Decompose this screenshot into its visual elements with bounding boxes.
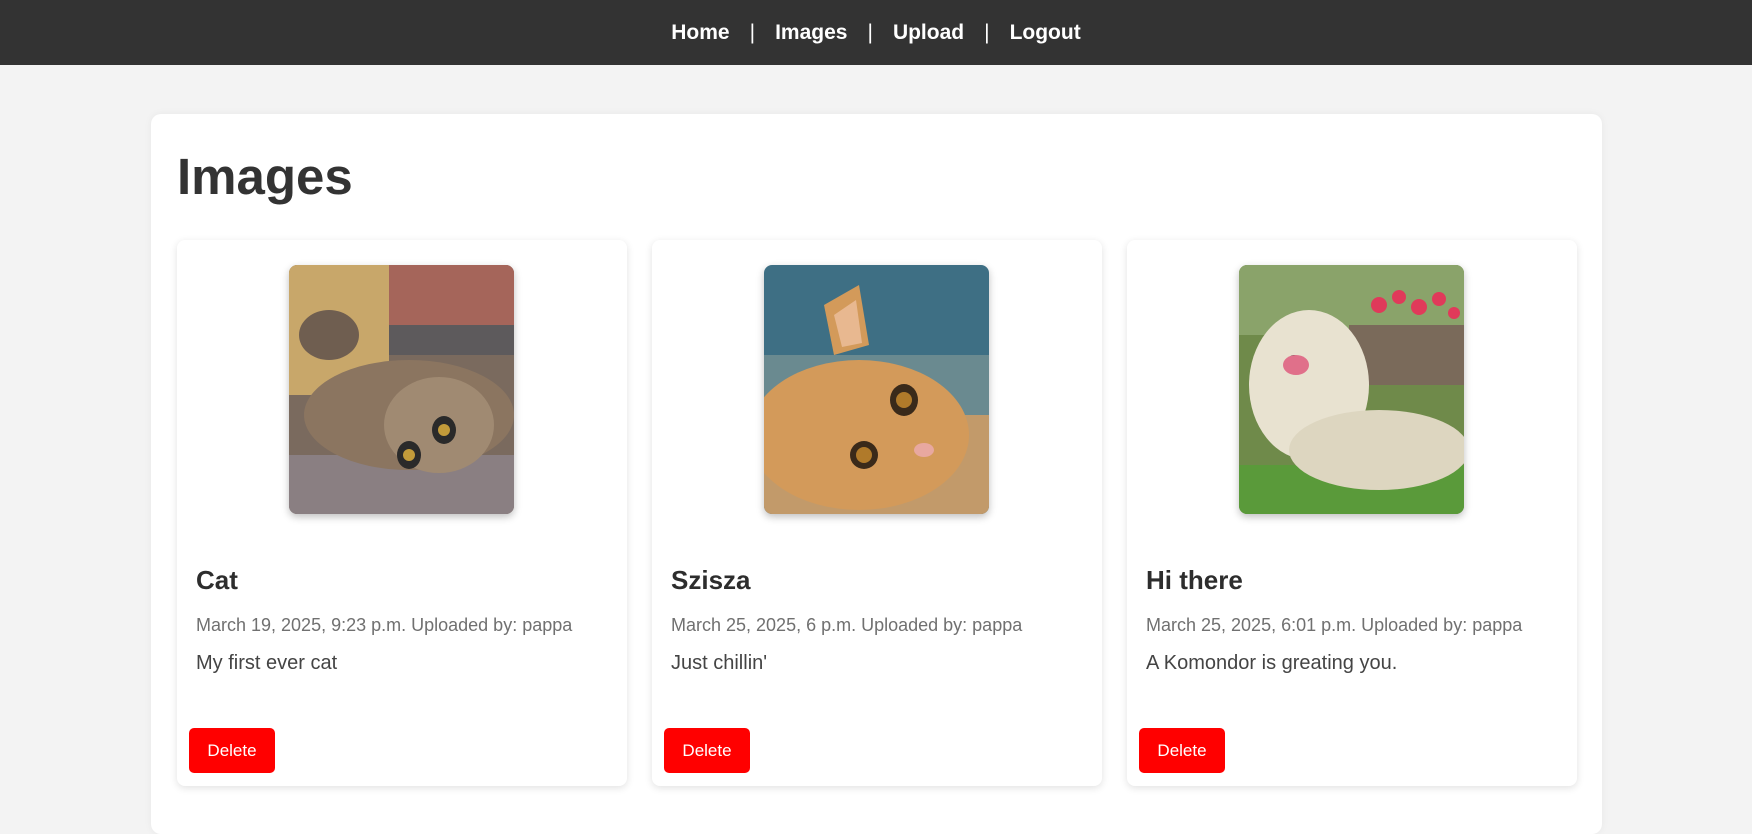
nav-link-home[interactable]: Home bbox=[661, 21, 739, 45]
nav-separator: | bbox=[867, 20, 873, 44]
card-title: Hi there bbox=[1146, 565, 1243, 595]
card-meta: March 25, 2025, 6 p.m. Uploaded by: papp… bbox=[671, 615, 1023, 635]
card-description: Just chillin' bbox=[671, 652, 768, 674]
nav-link-upload[interactable]: Upload bbox=[883, 21, 974, 45]
nav-links: Home | Images | Upload | Logout bbox=[661, 21, 1090, 45]
nav-separator: | bbox=[984, 20, 990, 44]
images-container: Images Cat March 19, 2025, 9:23 p.m. Upl… bbox=[151, 114, 1602, 834]
nav-separator: | bbox=[749, 20, 756, 44]
nav-link-images[interactable]: Images bbox=[765, 21, 857, 45]
card-meta: March 19, 2025, 9:23 p.m. Uploaded by: p… bbox=[196, 615, 573, 635]
tabby-cat-photo[interactable] bbox=[289, 265, 514, 514]
delete-button[interactable]: Delete bbox=[1139, 728, 1225, 773]
delete-button[interactable]: Delete bbox=[189, 728, 275, 773]
image-card: Cat March 19, 2025, 9:23 p.m. Uploaded b… bbox=[177, 240, 627, 786]
orange-cat-photo[interactable] bbox=[764, 265, 989, 514]
image-grid: Cat March 19, 2025, 9:23 p.m. Uploaded b… bbox=[177, 240, 1577, 786]
card-title: Cat bbox=[196, 565, 238, 595]
komondor-dog-photo[interactable] bbox=[1239, 265, 1464, 514]
card-meta: March 25, 2025, 6:01 p.m. Uploaded by: p… bbox=[1146, 615, 1523, 635]
card-title: Szisza bbox=[671, 565, 751, 595]
page-title: Images bbox=[177, 148, 353, 205]
top-navbar: Home | Images | Upload | Logout bbox=[0, 0, 1752, 65]
card-description: My first ever cat bbox=[196, 652, 338, 674]
image-card: Hi there March 25, 2025, 6:01 p.m. Uploa… bbox=[1127, 240, 1577, 786]
image-card: Szisza March 25, 2025, 6 p.m. Uploaded b… bbox=[652, 240, 1102, 786]
delete-button[interactable]: Delete bbox=[664, 728, 750, 773]
card-description: A Komondor is greating you. bbox=[1146, 652, 1398, 674]
nav-link-logout[interactable]: Logout bbox=[1000, 21, 1091, 45]
